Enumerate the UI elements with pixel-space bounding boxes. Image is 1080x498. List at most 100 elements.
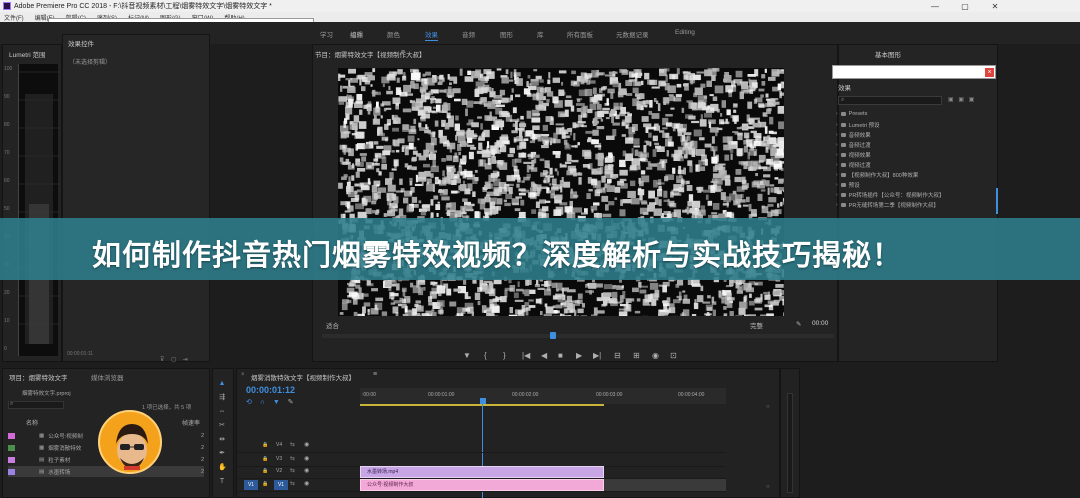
project-tab[interactable]: 项目：烟雾特效文字 bbox=[9, 372, 68, 382]
ec-timecode: 00:00:01:11 bbox=[67, 351, 94, 357]
insert-icon[interactable]: ⊟ bbox=[614, 351, 621, 360]
workspace-tab[interactable]: Editing bbox=[675, 29, 695, 36]
step-forward-icon[interactable]: ▶ bbox=[576, 351, 582, 360]
workspace-tab[interactable]: 所有面板 bbox=[567, 29, 593, 39]
overwrite-icon[interactable]: ⊞ bbox=[633, 351, 640, 360]
scroll-handle-icon[interactable]: ○ bbox=[766, 484, 770, 490]
wrench-icon[interactable]: ✎ bbox=[796, 320, 801, 328]
track-select-icon[interactable]: ⇶ bbox=[218, 394, 226, 402]
effects-tree-item[interactable]: › PR无缝转场第二季【视频制作大叔】 bbox=[836, 201, 939, 209]
snap-icon[interactable]: ⟲ bbox=[246, 399, 252, 406]
quality-dropdown[interactable]: 完整 bbox=[750, 320, 763, 330]
settings-icon[interactable]: ⊡ bbox=[670, 351, 677, 360]
out-point-icon[interactable]: } bbox=[503, 351, 506, 360]
workspace-tab[interactable]: 音频 bbox=[462, 29, 475, 39]
lock-icon[interactable]: 🔒 bbox=[262, 481, 268, 487]
panel-title[interactable]: 节目：烟雾特效文字【视频制作大叔】 bbox=[315, 49, 426, 59]
accelerated-icon[interactable]: ▣ bbox=[948, 97, 954, 103]
go-to-out-icon[interactable]: ▶| bbox=[593, 351, 601, 360]
track-label[interactable]: V1 bbox=[274, 480, 288, 490]
timeline-clip[interactable]: 公众号:视频制作大叔 bbox=[360, 479, 604, 491]
link-icon[interactable]: ∩ bbox=[260, 399, 265, 406]
source-patch-v1[interactable]: V1 bbox=[244, 480, 258, 490]
effects-tree-item[interactable]: › 音频过渡 bbox=[836, 141, 871, 149]
workspace-tab[interactable]: 元数据记录 bbox=[616, 29, 649, 39]
panel-title[interactable]: 基本图形 bbox=[875, 49, 901, 59]
selection-tool-icon[interactable]: ▲ bbox=[218, 380, 226, 388]
timeline-v-scroll[interactable]: ○ ○ bbox=[766, 404, 774, 494]
step-back-icon[interactable]: ◀ bbox=[541, 351, 547, 360]
effects-tree-item[interactable]: › 视频效果 bbox=[836, 151, 871, 159]
column-name[interactable]: 名称 bbox=[26, 418, 38, 427]
effects-tree-item[interactable]: › 预设 bbox=[836, 181, 860, 189]
marker-icon[interactable]: ▼ bbox=[463, 351, 471, 360]
close-icon[interactable]: ✕ bbox=[980, 0, 1010, 12]
sync-icon[interactable]: ⇆ bbox=[290, 467, 295, 474]
eye-icon[interactable]: ◉ bbox=[304, 455, 309, 462]
lock-icon[interactable]: 🔒 bbox=[262, 442, 268, 448]
maximize-icon[interactable]: ▢ bbox=[950, 0, 980, 12]
sync-icon[interactable]: ⇆ bbox=[290, 480, 295, 487]
effects-panel-title[interactable]: 效果 bbox=[838, 82, 851, 92]
32bit-icon[interactable]: ▣ bbox=[958, 97, 964, 103]
export-icon[interactable]: ⇥ bbox=[183, 357, 188, 363]
close-icon[interactable]: × bbox=[985, 68, 994, 77]
timeline-ruler[interactable]: :00:00 00:00:01:00 00:00:02:00 00:00:03:… bbox=[360, 388, 726, 406]
playhead-handle[interactable] bbox=[550, 332, 556, 339]
razor-icon[interactable]: ✂ bbox=[218, 422, 226, 430]
lock-icon[interactable]: 🔒 bbox=[262, 456, 268, 462]
in-point-icon[interactable]: { bbox=[484, 351, 487, 360]
funnel-icon[interactable]: ⊽ bbox=[160, 357, 164, 363]
scrollbar-thumb[interactable] bbox=[996, 188, 998, 214]
effects-tree-item[interactable]: › Presets bbox=[836, 111, 867, 117]
hand-icon[interactable]: ✋ bbox=[218, 464, 227, 472]
menu-file[interactable]: 文件(F) bbox=[4, 13, 24, 22]
column-frame-rate[interactable]: 帧速率 bbox=[182, 418, 200, 427]
effects-tree-item[interactable]: › PR转场插件【公众号：视频制作大叔】 bbox=[836, 191, 944, 199]
minimize-icon[interactable]: — bbox=[920, 0, 950, 12]
workspace-tab-effects[interactable]: 效果 bbox=[425, 29, 438, 41]
media-browser-tab[interactable]: 媒体浏览器 bbox=[91, 372, 124, 382]
eye-icon[interactable]: ◉ bbox=[304, 467, 309, 474]
pen-icon[interactable]: ✒ bbox=[218, 450, 226, 458]
workspace-tab[interactable]: 库 bbox=[537, 29, 544, 39]
playhead-handle[interactable] bbox=[480, 398, 486, 404]
panel-menu-icon[interactable]: ≡ bbox=[373, 371, 377, 378]
timeline-timecode[interactable]: 00:00:01:12 bbox=[246, 385, 295, 395]
effects-tree-item[interactable]: › 【视频制作大叔】800种效果 bbox=[836, 171, 918, 179]
timeline-clip[interactable]: 水墨转场.mp4 bbox=[360, 466, 604, 478]
sync-icon[interactable]: ⇆ bbox=[290, 441, 295, 448]
slip-icon[interactable]: ⇹ bbox=[218, 436, 226, 444]
eye-icon[interactable]: ◉ bbox=[304, 480, 309, 487]
close-icon[interactable]: × bbox=[241, 372, 245, 378]
wrench-icon[interactable]: ✎ bbox=[288, 399, 294, 406]
sequence-tab[interactable]: 烟雾消散特效文字【视频制作大叔】 bbox=[251, 372, 355, 382]
panel-title[interactable]: Lumetri 范围 bbox=[9, 49, 45, 59]
project-item-selected[interactable]: ▤ 水墨转场 2 bbox=[8, 466, 204, 477]
play-icon[interactable]: ■ bbox=[558, 351, 563, 360]
ripple-edit-icon[interactable]: ⇔ bbox=[218, 408, 226, 416]
scroll-handle-icon[interactable]: ○ bbox=[766, 404, 770, 410]
workspace-tab[interactable]: 编辑 bbox=[350, 29, 363, 39]
panel-title[interactable]: 效果控件 bbox=[68, 38, 94, 48]
workspace-tab[interactable]: 颜色 bbox=[387, 29, 400, 39]
panel-menu-icon[interactable]: ≡ bbox=[401, 49, 405, 56]
project-search-input[interactable]: ⌕ bbox=[8, 401, 64, 409]
monitor-scrubber[interactable] bbox=[322, 332, 834, 339]
fit-dropdown[interactable]: 适合 bbox=[326, 320, 339, 330]
effects-search-input[interactable]: ⌕ bbox=[838, 96, 942, 105]
workspace-tab[interactable]: 学习 bbox=[320, 29, 333, 39]
sync-icon[interactable]: ⇆ bbox=[290, 455, 295, 462]
type-icon[interactable]: T bbox=[218, 478, 226, 486]
yuv-icon[interactable]: ▣ bbox=[969, 97, 975, 103]
workspace-tab[interactable]: 图形 bbox=[500, 29, 513, 39]
square-icon[interactable]: ◻ bbox=[171, 357, 176, 363]
effects-tree-item[interactable]: › Lumetri 预设 bbox=[836, 121, 880, 129]
eye-icon[interactable]: ◉ bbox=[304, 441, 309, 448]
effects-tree-item[interactable]: › 音频效果 bbox=[836, 131, 871, 139]
camera-icon[interactable]: ◉ bbox=[652, 351, 659, 360]
lock-icon[interactable]: 🔒 bbox=[262, 468, 268, 474]
marker-icon[interactable]: ▼ bbox=[273, 399, 280, 406]
effects-tree-item[interactable]: › 视频过渡 bbox=[836, 161, 871, 169]
go-to-in-icon[interactable]: |◀ bbox=[522, 351, 530, 360]
